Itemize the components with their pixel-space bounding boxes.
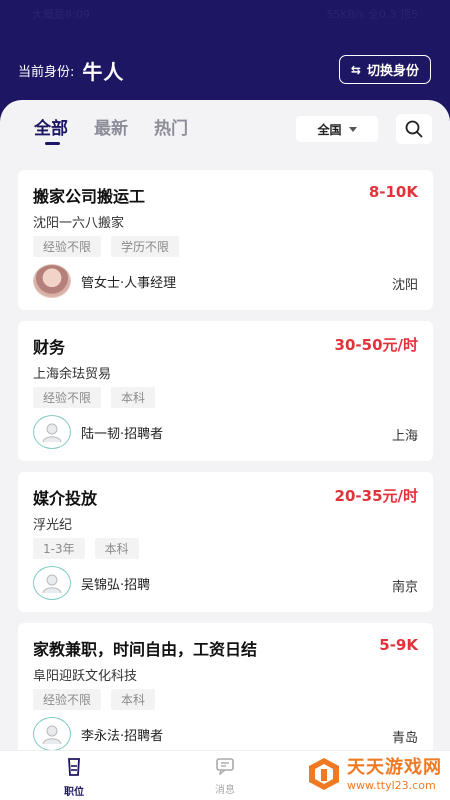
job-list: 搬家公司搬运工 8-10K 沈阳一六八搬家 经验不限 学历不限 管女士·人事经理… <box>18 170 433 750</box>
tag-experience: 经验不限 <box>33 387 102 408</box>
recruiter-name: 陆一韧·招聘者 <box>81 426 164 442</box>
job-company: 沈阳一六八搬家 <box>33 216 125 231</box>
identity-bar: 当前身份: 牛人 ⇆ 切换身份 <box>0 55 450 85</box>
avatar <box>33 566 71 600</box>
tab-all[interactable]: 全部 <box>34 114 68 145</box>
status-left: 大概是8:09 <box>32 8 90 21</box>
tag-education: 学历不限 <box>111 236 180 257</box>
nav-jobs-label: 职位 <box>64 787 84 798</box>
search-icon <box>405 120 423 138</box>
region-label: 全国 <box>317 122 342 137</box>
watermark: 天天游戏网 www.ttyl23.com <box>305 753 442 792</box>
identity-value: 牛人 <box>82 59 125 84</box>
job-company: 阜阳迎跃文化科技 <box>33 669 138 684</box>
tag-education: 本科 <box>111 689 156 710</box>
status-bar: 大概是8:09 55KB/s 全0.3 顶5 <box>0 0 450 28</box>
recruiter: 陆一韧·招聘者 <box>33 415 163 449</box>
recruiter-name: 管女士·人事经理 <box>81 275 177 291</box>
tab-hot[interactable]: 热门 <box>154 114 188 144</box>
main-panel: 全部 最新 热门 全国 搬家公司搬运工 8-10K 沈阳一六八搬家 经验不限 学… <box>0 100 450 750</box>
tag-experience: 经验不限 <box>33 236 102 257</box>
tag-experience: 1-3年 <box>33 538 85 559</box>
tag-education: 本科 <box>111 387 156 408</box>
job-salary: 8-10K <box>368 183 418 201</box>
user-icon <box>42 574 62 594</box>
caret-down-icon <box>348 126 357 132</box>
job-company: 浮光纪 <box>33 518 73 533</box>
avatar <box>33 415 71 449</box>
status-right: 55KB/s 全0.3 顶5 <box>326 8 418 21</box>
job-card[interactable]: 财务 30-50元/时 上海余珐贸易 经验不限 本科 陆一韧·招聘者 上海 <box>18 321 433 461</box>
job-city: 青岛 <box>391 731 418 746</box>
avatar <box>33 264 71 298</box>
nav-messages[interactable]: 消息 <box>195 757 255 796</box>
tag-experience: 经验不限 <box>33 689 102 710</box>
user-icon <box>42 725 62 745</box>
user-icon <box>42 423 62 443</box>
message-icon <box>216 758 234 776</box>
job-card[interactable]: 家教兼职，时间自由，工资日结 5-9K 阜阳迎跃文化科技 经验不限 本科 李永法… <box>18 623 433 750</box>
region-select[interactable]: 全国 <box>296 116 378 142</box>
recruiter-name: 吴锦弘·招聘 <box>81 577 151 593</box>
job-city: 沈阳 <box>391 278 418 293</box>
briefcase-icon <box>68 758 80 776</box>
job-card[interactable]: 媒介投放 20-35元/时 浮光纪 1-3年 本科 吴锦弘·招聘 南京 <box>18 472 433 612</box>
identity-label: 当前身份: <box>18 64 75 80</box>
tag-row: 经验不限 学历不限 <box>33 236 180 257</box>
tab-bar: 全部 最新 热门 <box>34 114 188 145</box>
bottom-nav: 职位 消息 天天游戏网 www.ttyl23.com <box>0 750 450 800</box>
recruiter: 管女士·人事经理 <box>33 264 176 298</box>
job-title: 媒介投放 <box>33 489 98 508</box>
job-city: 上海 <box>391 429 418 444</box>
recruiter-name: 李永法·招聘者 <box>81 728 164 744</box>
job-card[interactable]: 搬家公司搬运工 8-10K 沈阳一六八搬家 经验不限 学历不限 管女士·人事经理… <box>18 170 433 310</box>
switch-identity-button[interactable]: ⇆ 切换身份 <box>338 55 431 84</box>
search-button[interactable] <box>396 114 432 144</box>
recruiter: 李永法·招聘者 <box>33 717 163 750</box>
job-title: 搬家公司搬运工 <box>33 187 146 206</box>
tag-row: 经验不限 本科 <box>33 387 156 408</box>
job-company: 上海余珐贸易 <box>33 367 112 382</box>
nav-jobs[interactable]: 职位 <box>44 757 104 798</box>
watermark-logo-icon <box>309 757 339 790</box>
tag-row: 1-3年 本科 <box>33 538 139 559</box>
tag-row: 经验不限 本科 <box>33 689 156 710</box>
job-salary: 20-35元/时 <box>334 487 418 505</box>
job-salary: 30-50元/时 <box>334 336 418 354</box>
job-title: 家教兼职，时间自由，工资日结 <box>33 640 258 659</box>
job-city: 南京 <box>391 580 418 595</box>
recruiter: 吴锦弘·招聘 <box>33 566 150 600</box>
tab-latest[interactable]: 最新 <box>94 114 128 144</box>
watermark-title: 天天游戏网 <box>347 757 442 778</box>
job-title: 财务 <box>33 338 66 357</box>
watermark-url: www.ttyl23.com <box>347 779 436 792</box>
swap-arrows-icon: ⇆ <box>350 62 361 77</box>
job-salary: 5-9K <box>379 636 418 654</box>
avatar <box>33 717 71 750</box>
nav-messages-label: 消息 <box>215 785 235 796</box>
tag-education: 本科 <box>94 538 139 559</box>
switch-identity-label: 切换身份 <box>366 64 419 79</box>
